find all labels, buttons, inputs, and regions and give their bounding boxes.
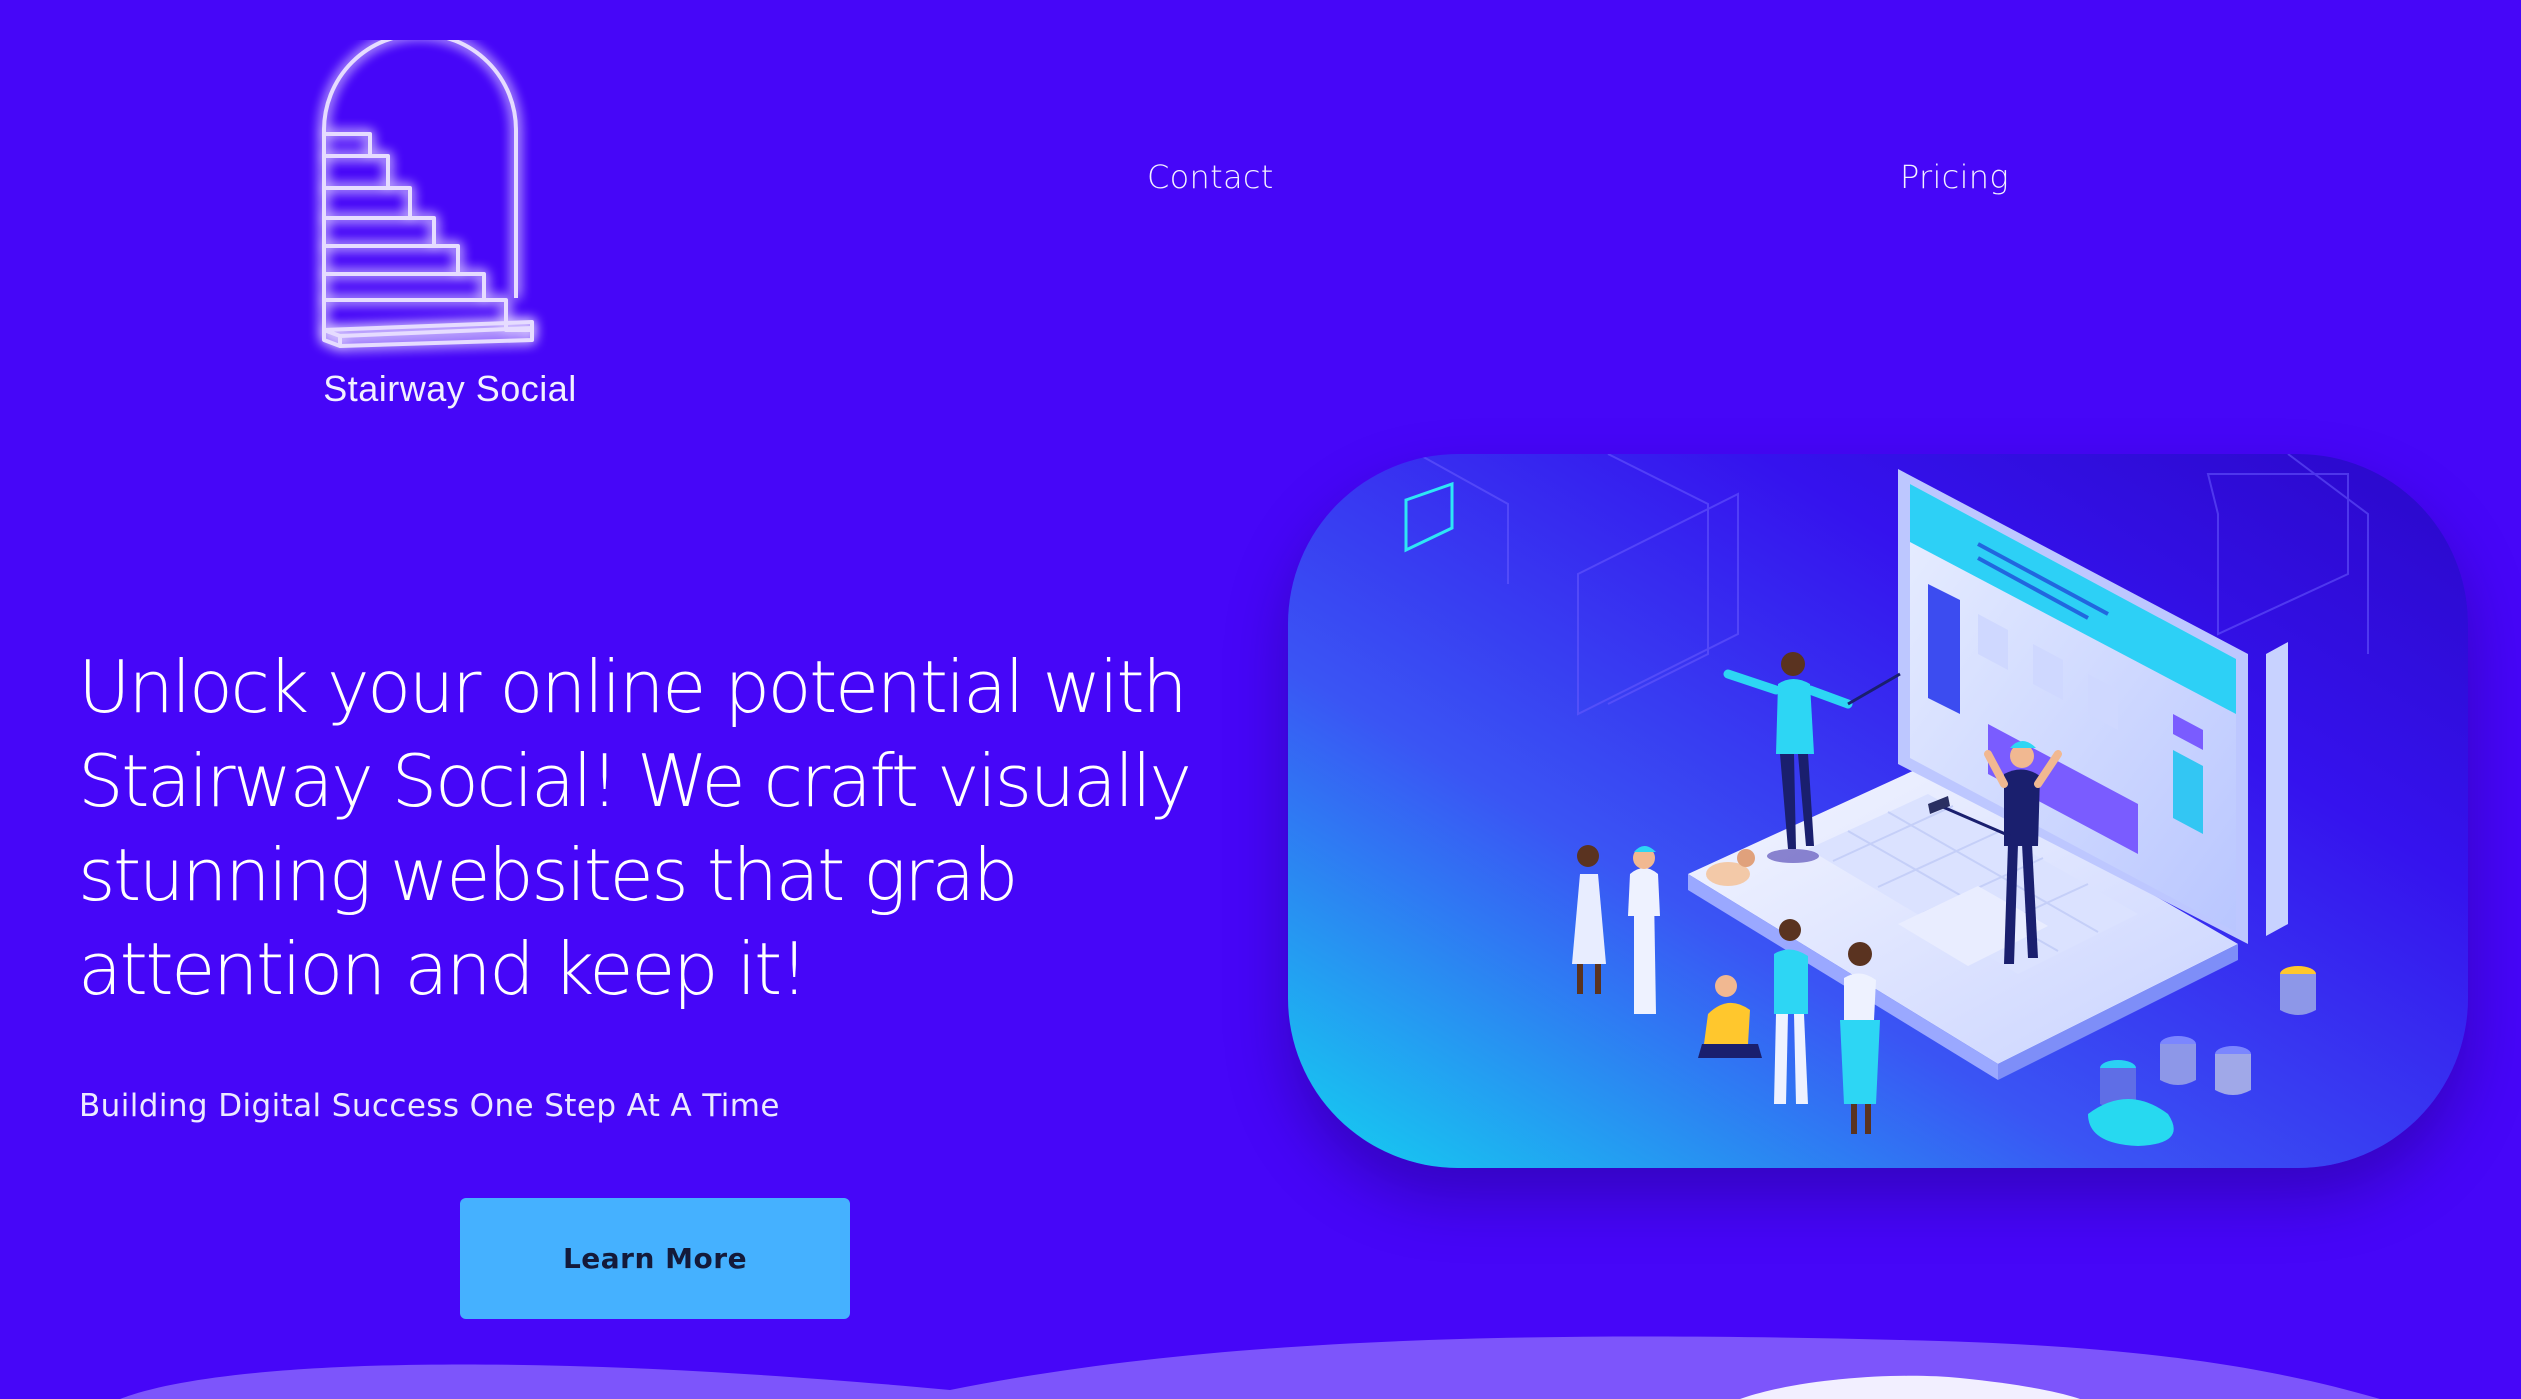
web-design-team-illustration-icon <box>1288 454 2468 1168</box>
brand-logo-link[interactable]: Stairway Social <box>280 40 580 420</box>
brand-name: Stairway Social <box>323 368 577 409</box>
nav-contact-link[interactable]: Contact <box>1147 158 1274 196</box>
stairway-arch-icon <box>322 40 534 348</box>
decorative-wave-divider <box>120 1336 2380 1399</box>
nav-pricing-link[interactable]: Pricing <box>1900 158 2009 196</box>
landing-page: Stairway Social Contact Pricing Unlock y… <box>0 0 2521 1399</box>
hero-subheadline: Building Digital Success One Step At A T… <box>79 1088 780 1124</box>
hero-illustration <box>1288 454 2468 1168</box>
hero-headline: Unlock your online potential with Stairw… <box>78 645 1192 1011</box>
